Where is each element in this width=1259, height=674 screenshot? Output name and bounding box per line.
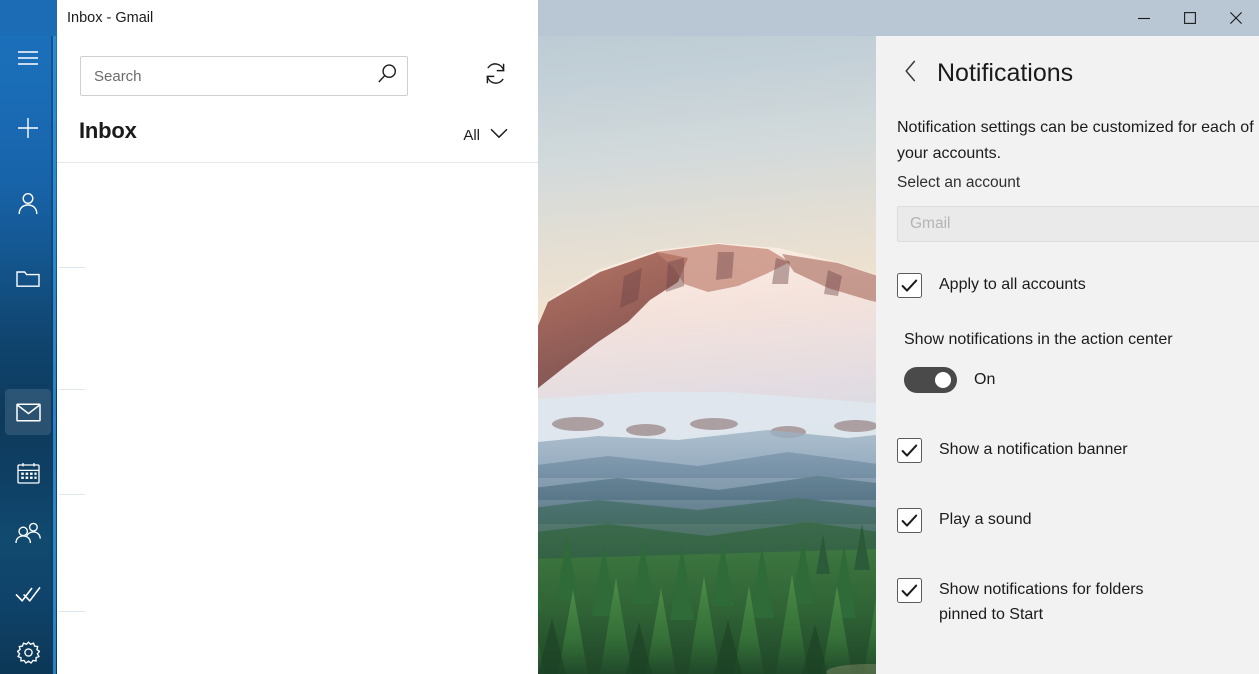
mail-filter-dropdown[interactable]: All: [463, 126, 508, 144]
people-icon: [14, 522, 42, 544]
chevron-down-icon: [490, 126, 508, 144]
titlebar-rail-fill: [0, 0, 57, 36]
pinned-folders-label: Show notifications for folders pinned to…: [939, 581, 1144, 623]
mail-toolbar: [57, 45, 538, 103]
list-separator: [59, 389, 85, 390]
action-center-toggle[interactable]: [904, 367, 957, 393]
show-banner-label: Show a notification banner: [939, 441, 1128, 458]
mail-button[interactable]: [5, 389, 51, 435]
apply-to-all-accounts-checkbox[interactable]: [897, 273, 922, 298]
folders-button[interactable]: [5, 255, 51, 301]
action-center-label: Show notifications in the action center: [904, 331, 1173, 348]
sync-icon: [483, 61, 508, 91]
close-button[interactable]: [1213, 0, 1259, 36]
list-separator: [59, 611, 85, 612]
maximize-icon: [1183, 11, 1197, 25]
account-select[interactable]: Gmail: [897, 206, 1259, 242]
people-button[interactable]: [5, 510, 51, 556]
calendar-button[interactable]: [5, 450, 51, 496]
action-center-toggle-row[interactable]: On: [904, 367, 995, 393]
minimize-button[interactable]: [1121, 0, 1167, 36]
rail-highlight-edge: [53, 36, 56, 674]
new-mail-button[interactable]: [5, 105, 51, 151]
window-controls: [1121, 0, 1259, 36]
sync-button[interactable]: [475, 56, 515, 96]
apply-to-all-accounts-row[interactable]: Apply to all accounts: [897, 272, 1086, 298]
message-list[interactable]: [57, 163, 538, 674]
notifications-header: Notifications: [876, 48, 1259, 98]
plus-icon: [17, 117, 39, 139]
pinned-folders-checkbox[interactable]: [897, 578, 922, 603]
mail-icon: [15, 402, 41, 422]
list-separator: [59, 267, 85, 268]
mail-list-header: Inbox All: [57, 108, 538, 160]
selection-mode-button[interactable]: [535, 56, 538, 96]
navigation-rail: [0, 0, 57, 674]
minimize-icon: [1137, 11, 1151, 25]
accounts-button[interactable]: [5, 180, 51, 226]
tasks-icon: [15, 584, 41, 603]
close-icon: [1229, 11, 1243, 25]
show-banner-row[interactable]: Show a notification banner: [897, 437, 1128, 463]
show-banner-checkbox[interactable]: [897, 438, 922, 463]
settings-button[interactable]: [5, 629, 51, 674]
calendar-icon: [16, 462, 40, 484]
list-separator: [59, 494, 85, 495]
panel-description: Notification settings can be customized …: [897, 119, 1254, 162]
action-center-toggle-state: On: [974, 371, 996, 388]
pinned-folders-row[interactable]: Show notifications for folders pinned to…: [897, 577, 1242, 627]
notifications-settings-panel: Notifications Notification settings can …: [876, 36, 1259, 674]
to-do-button[interactable]: [5, 570, 51, 616]
apply-to-all-accounts-label: Apply to all accounts: [939, 276, 1086, 293]
search-icon: [377, 63, 398, 89]
account-select-value: Gmail: [910, 215, 951, 232]
play-sound-label: Play a sound: [939, 511, 1032, 528]
toggle-knob: [935, 372, 951, 388]
person-icon: [17, 192, 39, 215]
hamburger-menu-icon: [17, 50, 39, 66]
chevron-left-icon: [904, 60, 917, 87]
search-input[interactable]: [81, 67, 367, 85]
back-button[interactable]: [890, 53, 930, 93]
panel-title: Notifications: [937, 58, 1074, 87]
folder-icon: [16, 269, 40, 288]
window-title: Inbox - Gmail: [67, 10, 154, 26]
gear-icon: [16, 640, 40, 664]
page-title: Inbox: [79, 118, 137, 143]
select-account-label: Select an account: [897, 174, 1021, 191]
nav-menu-toggle[interactable]: [5, 35, 51, 81]
play-sound-row[interactable]: Play a sound: [897, 507, 1032, 533]
search-box[interactable]: [80, 56, 408, 96]
mail-app-window: Inbox All Inbox - Gmail: [0, 0, 1259, 674]
mail-filter-label: All: [463, 126, 480, 144]
play-sound-checkbox[interactable]: [897, 508, 922, 533]
mail-pane: Inbox All: [57, 36, 538, 674]
maximize-button[interactable]: [1167, 0, 1213, 36]
search-button[interactable]: [367, 57, 407, 95]
